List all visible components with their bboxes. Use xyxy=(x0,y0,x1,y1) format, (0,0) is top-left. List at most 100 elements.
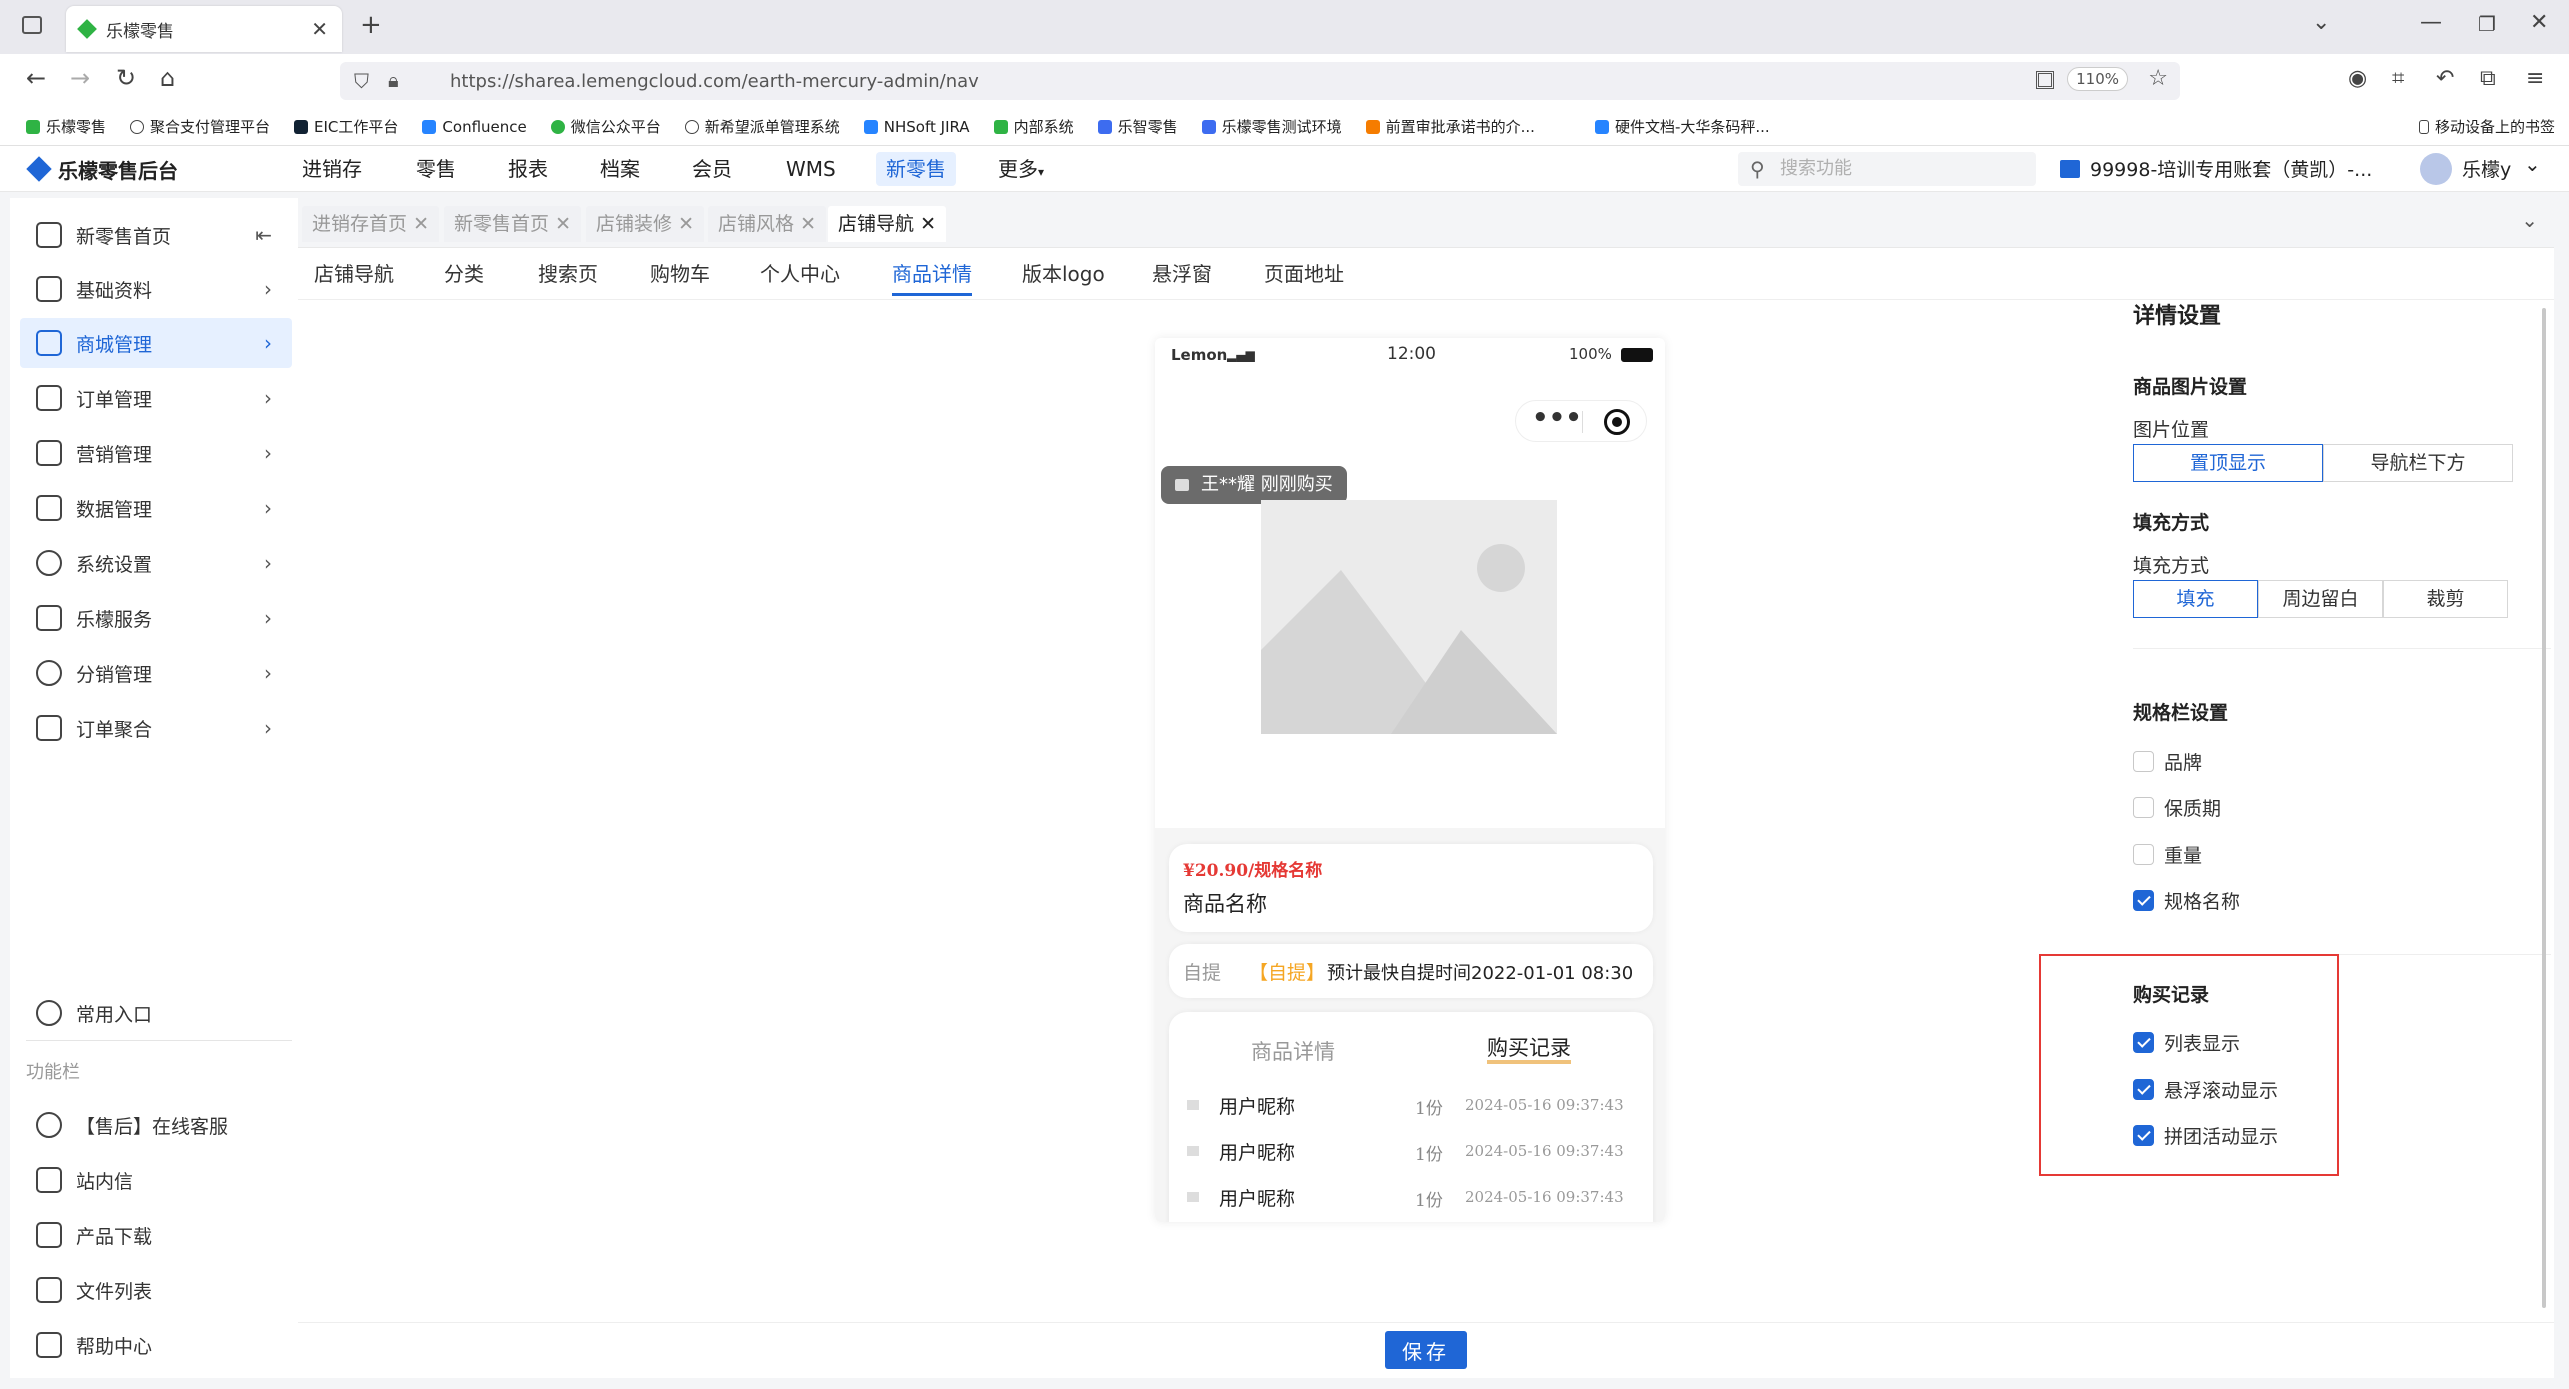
back-icon[interactable]: ← xyxy=(26,64,46,92)
bookmark-star-icon[interactable]: ☆ xyxy=(2148,66,2168,91)
checkbox[interactable] xyxy=(2133,844,2154,865)
tab-list-icon[interactable] xyxy=(22,16,42,34)
subtab-float-window[interactable]: 悬浮窗 xyxy=(1152,258,1212,296)
sidebar-tool-customer-service[interactable]: 【售后】在线客服 xyxy=(20,1100,292,1150)
bookmark-item[interactable]: 乐檬零售测试环境 xyxy=(1201,116,1342,137)
close-icon[interactable]: ✕ xyxy=(800,213,816,235)
mobile-bookmarks[interactable]: 移动设备上的书签 xyxy=(2418,116,2555,137)
bookmark-item[interactable]: NHSoft JIRA xyxy=(863,118,970,136)
app-logo[interactable]: 乐檬零售后台 xyxy=(58,155,178,184)
nav-xinlingshou[interactable]: 新零售 xyxy=(876,152,956,186)
purchase-scroll-checkbox[interactable]: 悬浮滚动显示 xyxy=(2133,1076,2278,1103)
sidebar-item-home[interactable]: 新零售首页 ⇤ xyxy=(20,210,292,260)
sidebar-item-distribution[interactable]: 分销管理 › xyxy=(20,648,292,698)
sidebar-common-entry[interactable]: 常用入口 xyxy=(20,988,292,1038)
avatar[interactable] xyxy=(2420,153,2452,185)
sidebar-item-data[interactable]: 数据管理 › xyxy=(20,483,292,533)
nav-wms[interactable]: WMS xyxy=(776,152,846,186)
purchase-group-checkbox[interactable]: 拼团活动显示 xyxy=(2133,1122,2278,1149)
zoom-level[interactable]: 110% xyxy=(2067,67,2128,91)
fill-option-padding[interactable]: 周边留白 xyxy=(2258,580,2383,618)
close-icon[interactable]: ✕ xyxy=(555,213,571,235)
checkbox[interactable] xyxy=(2133,797,2154,818)
search-function-input[interactable]: ⚲ 搜索功能 xyxy=(1738,152,2036,186)
tab-menu-chevron-icon[interactable]: ⌄ xyxy=(2521,208,2538,232)
subtab-store-nav[interactable]: 店铺导航 xyxy=(314,258,394,296)
page-tab-store-decoration[interactable]: 店铺装修 ✕ xyxy=(586,206,704,242)
checkbox[interactable] xyxy=(2133,1125,2154,1146)
bookmark-item[interactable]: Confluence xyxy=(422,118,527,136)
minimize-icon[interactable]: — xyxy=(2420,10,2442,35)
sidebar-tool-files[interactable]: 文件列表 xyxy=(20,1265,292,1315)
fill-option-fill[interactable]: 填充 xyxy=(2133,580,2258,618)
new-tab-icon[interactable]: + xyxy=(360,10,382,40)
chevron-down-icon[interactable]: ⌄ xyxy=(2524,152,2541,176)
close-icon[interactable]: ✕ xyxy=(678,213,694,235)
checkbox[interactable] xyxy=(2133,1079,2154,1100)
forward-icon[interactable]: → xyxy=(70,64,90,92)
scrollbar[interactable] xyxy=(2542,308,2546,1308)
bookmark-item[interactable]: 新希望派单管理系统 xyxy=(684,116,840,137)
collapse-sidebar-icon[interactable]: ⇤ xyxy=(255,223,272,247)
checkbox[interactable] xyxy=(2133,1032,2154,1053)
subtab-profile[interactable]: 个人中心 xyxy=(760,258,840,296)
image-position-below-nav-option[interactable]: 导航栏下方 xyxy=(2323,444,2513,482)
url-input[interactable]: ⛉ 🔒︎ https://sharea.lemengcloud.com/eart… xyxy=(340,62,2180,100)
bookmark-item[interactable]: 微信公众平台 xyxy=(550,116,661,137)
bookmark-item[interactable]: 硬件文档-大华条码秤... xyxy=(1594,116,1770,137)
bookmark-item[interactable]: 乐檬零售 xyxy=(26,116,106,137)
nav-baobiao[interactable]: 报表 xyxy=(498,152,558,186)
account-icon[interactable]: ◉ xyxy=(2348,66,2367,91)
bookmark-item[interactable]: EIC工作平台 xyxy=(294,116,398,137)
subtab-cart[interactable]: 购物车 xyxy=(650,258,710,296)
mini-program-capsule[interactable]: ••• xyxy=(1515,400,1647,442)
sidebar-tool-download[interactable]: 产品下载 xyxy=(20,1210,292,1260)
restore-icon[interactable]: ❐ xyxy=(2478,12,2496,36)
fill-option-crop[interactable]: 裁剪 xyxy=(2383,580,2508,618)
tab-overflow-chevron-icon[interactable]: ⌄ xyxy=(2312,10,2330,35)
sidebar-item-mall[interactable]: 商城管理 › xyxy=(20,318,292,368)
bookmark-item[interactable]: 内部系统 xyxy=(993,116,1074,137)
more-dots-icon[interactable]: ••• xyxy=(1532,403,1582,433)
sidebar-item-settings[interactable]: 系统设置 › xyxy=(20,538,292,588)
spec-name-checkbox[interactable]: 规格名称 xyxy=(2133,887,2240,914)
sidebar-item-service[interactable]: 乐檬服务 › xyxy=(20,593,292,643)
subtab-logo[interactable]: 版本logo xyxy=(1022,258,1105,296)
checkbox[interactable] xyxy=(2133,751,2154,772)
sidebar-item-orders[interactable]: 订单管理 › xyxy=(20,373,292,423)
nav-jinxiaocun[interactable]: 进销存 xyxy=(292,152,372,186)
close-icon[interactable]: ✕ xyxy=(920,213,936,235)
nav-more[interactable]: 更多▾ xyxy=(988,152,1054,186)
user-name[interactable]: 乐檬y xyxy=(2462,155,2511,182)
subtab-category[interactable]: 分类 xyxy=(444,258,484,296)
close-icon[interactable]: ✕ xyxy=(413,213,429,235)
sidebar-item-basic[interactable]: 基础资料 › xyxy=(20,264,292,314)
purchase-list-checkbox[interactable]: 列表显示 xyxy=(2133,1029,2240,1056)
subtab-page-url[interactable]: 页面地址 xyxy=(1264,258,1344,296)
close-window-icon[interactable]: ✕ xyxy=(2530,10,2548,35)
sidebar-tool-inbox[interactable]: 站内信 xyxy=(20,1155,292,1205)
undo-icon[interactable]: ↶ xyxy=(2436,66,2454,91)
target-close-icon[interactable] xyxy=(1604,409,1630,435)
checkbox[interactable] xyxy=(2133,890,2154,911)
menu-icon[interactable]: ≡ xyxy=(2526,66,2544,91)
sidebar-tool-help[interactable]: 帮助中心 xyxy=(20,1320,292,1370)
crop-icon[interactable]: ⌗ xyxy=(2392,66,2404,91)
nav-huiyuan[interactable]: 会员 xyxy=(682,152,742,186)
account-selector[interactable]: 99998-培训专用账套（黄凯）-... xyxy=(2090,155,2372,182)
qr-code-icon[interactable] xyxy=(2036,71,2054,89)
reload-icon[interactable]: ↻ xyxy=(116,64,136,92)
image-position-top-option[interactable]: 置顶显示 xyxy=(2133,444,2323,482)
spec-shelf-life-checkbox[interactable]: 保质期 xyxy=(2133,794,2221,821)
bookmark-item[interactable]: 前置审批承诺书的介... xyxy=(1365,116,1535,137)
sidebar-item-order-aggregate[interactable]: 订单聚合 › xyxy=(20,703,292,753)
extensions-icon[interactable]: ⧉ xyxy=(2480,66,2496,91)
spec-brand-checkbox[interactable]: 品牌 xyxy=(2133,748,2202,775)
page-tab-store-style[interactable]: 店铺风格 ✕ xyxy=(708,206,826,242)
page-tab-jinxiaocun-home[interactable]: 进销存首页 ✕ xyxy=(302,206,439,242)
nav-lingshou[interactable]: 零售 xyxy=(406,152,466,186)
home-icon[interactable]: ⌂ xyxy=(160,64,175,92)
page-tab-xinlingshou-home[interactable]: 新零售首页 ✕ xyxy=(444,206,581,242)
tab-purchase-record[interactable]: 购买记录 xyxy=(1487,1036,1571,1064)
close-tab-icon[interactable]: ✕ xyxy=(311,17,328,41)
